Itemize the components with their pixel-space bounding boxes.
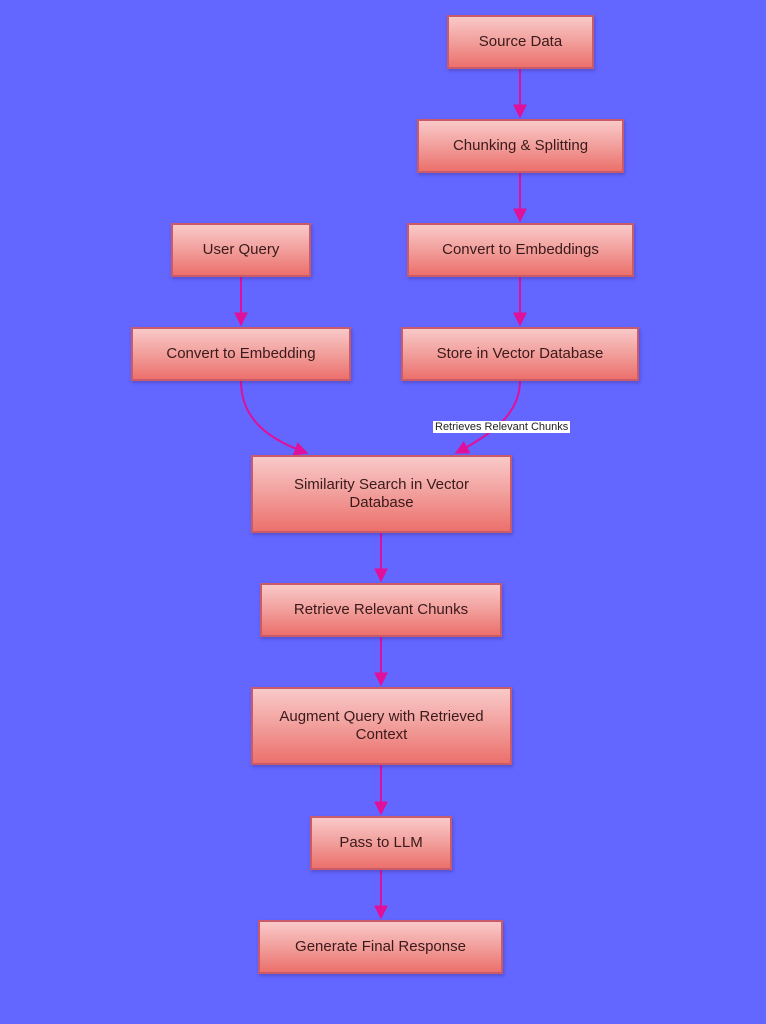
node-pass-to-llm[interactable]: Pass to LLM (310, 816, 452, 870)
edge-qembed-search (240, 380, 309, 456)
node-store-vector-db[interactable]: Store in Vector Database (401, 327, 639, 381)
node-generate-response[interactable]: Generate Final Response (258, 920, 503, 974)
node-chunking-splitting[interactable]: Chunking & Splitting (417, 119, 624, 173)
node-convert-to-embeddings[interactable]: Convert to Embeddings (407, 223, 634, 277)
node-retrieve-chunks[interactable]: Retrieve Relevant Chunks (260, 583, 502, 637)
node-augment-query[interactable]: Augment Query with Retrieved Context (251, 687, 512, 765)
node-source-data[interactable]: Source Data (447, 15, 594, 69)
edge-label-retrieves-chunks: Retrieves Relevant Chunks (433, 421, 571, 433)
node-convert-to-embedding[interactable]: Convert to Embedding (131, 327, 351, 381)
edge-store-search (454, 380, 521, 454)
node-similarity-search[interactable]: Similarity Search in Vector Database (251, 455, 512, 533)
node-user-query[interactable]: User Query (171, 223, 311, 277)
